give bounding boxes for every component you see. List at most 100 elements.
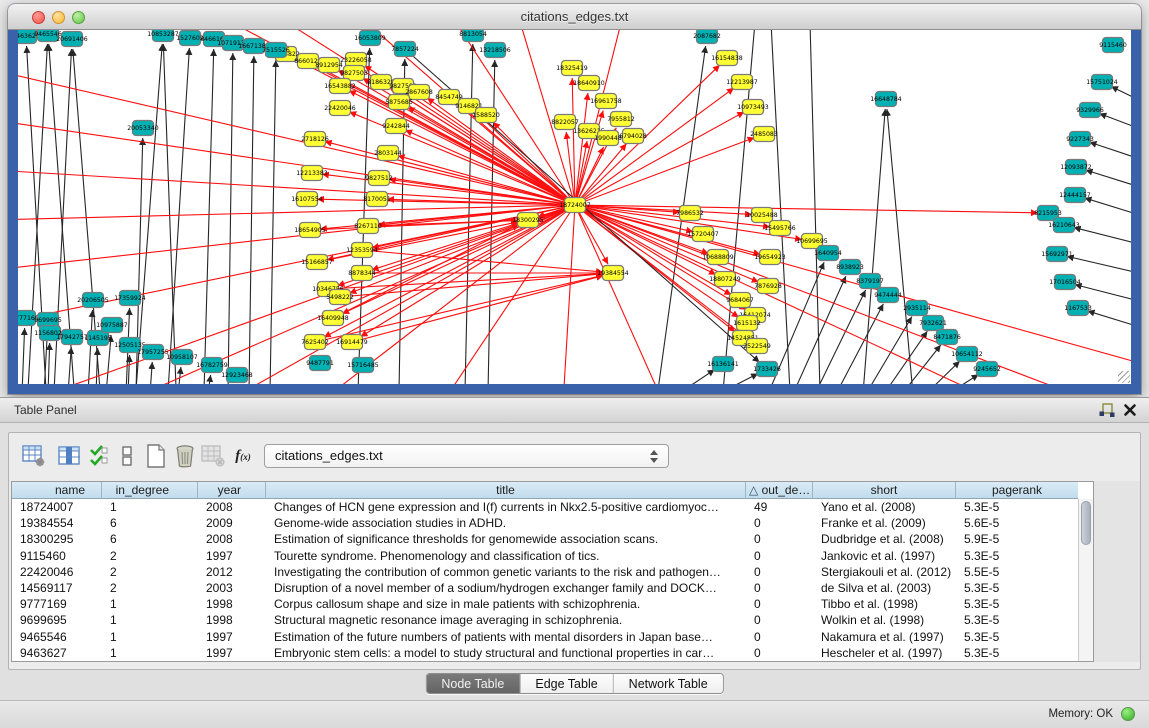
table-cell[interactable]: 0 — [746, 515, 813, 531]
table-cell[interactable]: 2 — [102, 564, 198, 580]
graph-node[interactable]: 9242844 — [382, 119, 410, 134]
tab-edge-table[interactable]: Edge Table — [520, 674, 613, 693]
table-row[interactable]: 1872400712008Changes of HCN gene express… — [12, 499, 1078, 515]
graph-node[interactable]: 17359924 — [114, 291, 146, 306]
graph-node[interactable]: 8938923 — [836, 260, 864, 275]
graph-node[interactable]: 18654905 — [294, 223, 326, 238]
table-cell[interactable]: 1 — [102, 499, 198, 515]
resize-grip-icon[interactable] — [1118, 371, 1130, 383]
table-cell[interactable]: Genome-wide association studies in ADHD. — [266, 515, 746, 531]
graph-node[interactable]: 16154838 — [711, 51, 743, 66]
graph-node[interactable]: 7876928 — [754, 279, 782, 294]
table-cell[interactable]: 0 — [746, 629, 813, 645]
table-cell[interactable]: 1997 — [198, 629, 266, 645]
graph-node[interactable]: 8267110 — [354, 219, 382, 234]
graph-node[interactable]: 15716485 — [347, 358, 379, 373]
table-cell[interactable]: 2008 — [198, 499, 266, 515]
table-cell[interactable]: 19384554 — [12, 515, 102, 531]
graph-node[interactable]: 19384554 — [597, 266, 629, 281]
select-columns-icon[interactable] — [55, 442, 83, 470]
graph-node[interactable]: 8379197 — [856, 274, 884, 289]
graph-node[interactable]: 10654112 — [951, 347, 983, 362]
graph-node[interactable]: 7986532 — [676, 206, 704, 221]
table-cell[interactable]: 2 — [102, 548, 198, 564]
graph-node[interactable]: 13218506 — [479, 43, 511, 58]
graph-node[interactable]: 18325419 — [556, 61, 588, 76]
table-cell[interactable]: 5.3E-5 — [956, 596, 1078, 612]
graph-node[interactable]: 2522549 — [743, 339, 771, 354]
table-cell[interactable]: 49 — [746, 499, 813, 515]
table-cell[interactable]: 0 — [746, 548, 813, 564]
table-cell[interactable]: 5.6E-5 — [956, 515, 1078, 531]
column-header-in-degree[interactable]: in_degree — [102, 482, 198, 499]
table-cell[interactable]: 2 — [102, 580, 198, 596]
graph-node[interactable]: 20053340 — [127, 121, 159, 136]
graph-node[interactable]: 12093872 — [1060, 160, 1092, 175]
graph-node[interactable]: 22420046 — [324, 101, 356, 116]
table-cell[interactable]: 1998 — [198, 596, 266, 612]
table-cell[interactable]: Hescheler et al. (1997) — [813, 645, 956, 661]
table-row[interactable]: 946554611997Estimation of the future num… — [12, 629, 1078, 645]
table-cell[interactable]: 9699695 — [12, 612, 102, 628]
network-canvas[interactable]: 1872400718300295193845547663822866012689… — [18, 30, 1131, 384]
tab-network-table[interactable]: Network Table — [614, 674, 723, 693]
table-vertical-scrollbar[interactable] — [1078, 499, 1093, 661]
graph-node[interactable]: 2935114 — [903, 301, 931, 316]
table-row[interactable]: 911546021997Tourette syndrome. Phenomeno… — [12, 548, 1078, 564]
graph-node[interactable]: 2087682 — [693, 30, 721, 44]
merge-cells-icon[interactable] — [113, 442, 141, 470]
graph-node[interactable]: 15720407 — [687, 227, 719, 242]
table-cell[interactable]: Structural magnetic resonance image aver… — [266, 612, 746, 628]
graph-node[interactable]: 16782759 — [196, 358, 228, 373]
table-cell[interactable]: 9465546 — [12, 629, 102, 645]
delete-table-icon[interactable] — [171, 442, 199, 470]
table-cell[interactable]: Changes of HCN gene expression and I(f) … — [266, 499, 746, 515]
table-row[interactable]: 2242004622012Investigating the contribut… — [12, 564, 1078, 580]
float-panel-icon[interactable] — [1099, 403, 1115, 418]
graph-node[interactable]: 8170051 — [363, 192, 391, 207]
graph-node[interactable]: 2718126 — [301, 132, 329, 147]
graph-node[interactable]: 7857224 — [391, 42, 419, 57]
table-cell[interactable]: Estimation of significance thresholds fo… — [266, 531, 746, 547]
graph-node[interactable]: 17016504 — [1049, 275, 1081, 290]
table-cell[interactable]: Estimation of the future numbers of pati… — [266, 629, 746, 645]
table-cell[interactable]: 0 — [746, 612, 813, 628]
graph-node[interactable]: 9329966 — [1076, 103, 1104, 118]
graph-node[interactable]: 12213987 — [726, 75, 758, 90]
graph-node[interactable]: 9487791 — [306, 356, 334, 371]
graph-node[interactable]: 8471876 — [933, 330, 961, 345]
graph-node[interactable]: 9245652 — [973, 362, 1001, 377]
table-cell[interactable]: 22420046 — [12, 564, 102, 580]
graph-node[interactable]: 9227343 — [1066, 132, 1094, 147]
table-cell[interactable]: Corpus callosum shape and size in male p… — [266, 596, 746, 612]
graph-node[interactable]: 16961758 — [590, 94, 622, 109]
graph-node[interactable]: 1640954 — [814, 246, 842, 261]
table-cell[interactable]: 0 — [746, 645, 813, 661]
table-cell[interactable]: Stergiakouli et al. (2012) — [813, 564, 956, 580]
table-cell[interactable]: 1997 — [198, 645, 266, 661]
graph-node[interactable]: 2803144 — [374, 146, 402, 161]
table-cell[interactable]: 1 — [102, 645, 198, 661]
table-row[interactable]: 977716911998Corpus callosum shape and si… — [12, 596, 1078, 612]
graph-node[interactable]: 20206505 — [77, 293, 109, 308]
select-rows-icon[interactable] — [85, 442, 113, 470]
table-cell[interactable]: 9115460 — [12, 548, 102, 564]
table-cell[interactable]: 5.3E-5 — [956, 499, 1078, 515]
graph-node[interactable]: 9827512 — [365, 171, 393, 186]
graph-node[interactable]: 7932621 — [919, 316, 947, 331]
graph-node[interactable]: 8878344 — [348, 266, 376, 281]
table-cell[interactable]: Disruption of a novel member of a sodium… — [266, 580, 746, 596]
graph-node[interactable]: 1167533 — [1064, 301, 1092, 316]
table-cell[interactable]: Nakamura et al. (1997) — [813, 629, 956, 645]
graph-node[interactable]: 16053809 — [354, 31, 386, 46]
table-row[interactable]: 1830029562008Estimation of significance … — [12, 531, 1078, 547]
table-cell[interactable]: 5.9E-5 — [956, 531, 1078, 547]
table-cell[interactable]: 5.3E-5 — [956, 548, 1078, 564]
table-cell[interactable]: 1 — [102, 629, 198, 645]
table-cell[interactable]: 1 — [102, 612, 198, 628]
graph-node[interactable]: 9115460 — [1099, 38, 1127, 53]
graph-node[interactable]: 12444157 — [1059, 188, 1091, 203]
graph-node[interactable]: 1588520 — [472, 108, 500, 123]
table-cell[interactable]: 1998 — [198, 612, 266, 628]
graph-node[interactable]: 9684067 — [726, 293, 754, 308]
